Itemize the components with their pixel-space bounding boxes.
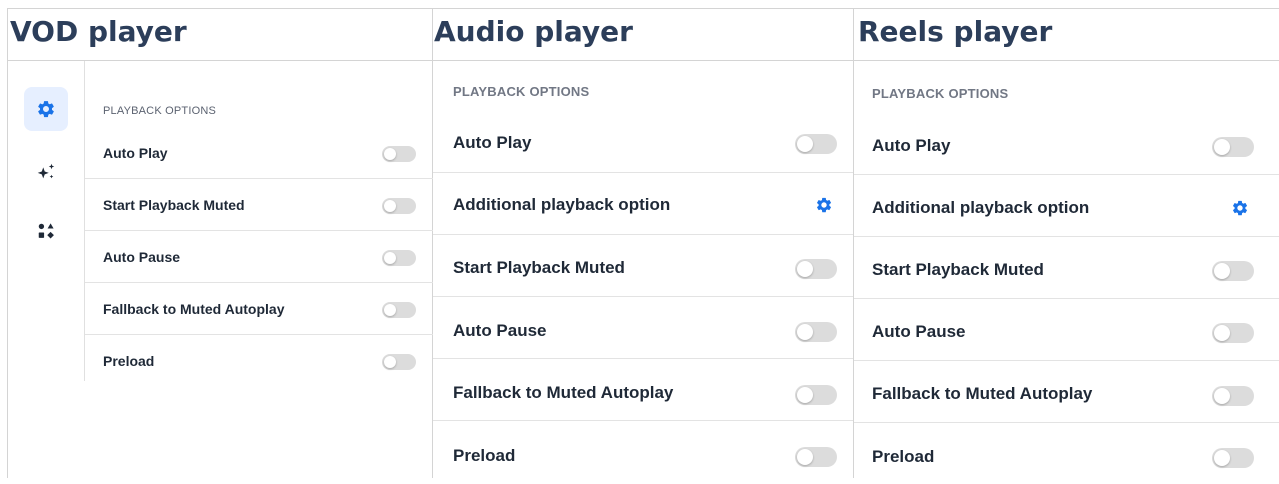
toggle-knob bbox=[797, 261, 813, 277]
toggle-knob bbox=[384, 304, 396, 316]
vod-player-panel: PLAYBACK OPTIONS Auto Play Start Playbac… bbox=[8, 61, 433, 381]
start-playback-muted-toggle[interactable] bbox=[382, 198, 416, 214]
toggle-knob bbox=[384, 356, 396, 368]
toggle-knob bbox=[797, 387, 813, 403]
additional-playback-settings-button[interactable] bbox=[815, 196, 833, 214]
fallback-muted-autoplay-toggle[interactable] bbox=[795, 385, 837, 405]
option-row-preload: Preload bbox=[433, 421, 853, 482]
option-label: Additional playback option bbox=[872, 198, 1090, 217]
toggle-knob bbox=[1214, 388, 1230, 404]
option-label: Preload bbox=[103, 353, 155, 369]
option-row-start-muted: Start Playback Muted bbox=[433, 235, 853, 297]
option-label: Start Playback Muted bbox=[872, 260, 1044, 279]
section-title: PLAYBACK OPTIONS bbox=[103, 105, 217, 117]
option-label: Auto Play bbox=[453, 133, 532, 152]
toggle-knob bbox=[1214, 263, 1230, 279]
option-label: Preload bbox=[453, 446, 516, 465]
auto-pause-toggle[interactable] bbox=[382, 250, 416, 266]
preload-toggle[interactable] bbox=[1212, 448, 1254, 468]
option-row-auto-pause: Auto Pause bbox=[854, 299, 1279, 361]
top-border bbox=[8, 8, 1279, 9]
vod-side-rail bbox=[8, 61, 85, 381]
preload-toggle[interactable] bbox=[795, 447, 837, 467]
option-row-fallback-muted: Fallback to Muted Autoplay bbox=[433, 359, 853, 421]
auto-play-toggle[interactable] bbox=[382, 146, 416, 162]
option-row-start-muted: Start Playback Muted bbox=[85, 179, 433, 231]
section-title: PLAYBACK OPTIONS bbox=[453, 84, 590, 99]
option-label: Start Playback Muted bbox=[453, 258, 625, 277]
auto-pause-toggle[interactable] bbox=[1212, 323, 1254, 343]
option-label: Auto Pause bbox=[872, 322, 966, 341]
option-row-auto-play: Auto Play bbox=[854, 113, 1279, 175]
shapes-icon bbox=[38, 223, 54, 239]
start-playback-muted-toggle[interactable] bbox=[795, 259, 837, 279]
toggle-knob bbox=[384, 148, 396, 160]
option-label: Auto Pause bbox=[453, 321, 547, 340]
auto-pause-toggle[interactable] bbox=[795, 322, 837, 342]
option-row-preload: Preload bbox=[85, 335, 433, 386]
option-row-fallback-muted: Fallback to Muted Autoplay bbox=[854, 361, 1279, 423]
rail-settings-button[interactable] bbox=[24, 87, 68, 131]
section-title: PLAYBACK OPTIONS bbox=[872, 86, 1009, 101]
option-label: Preload bbox=[872, 447, 935, 466]
option-row-auto-pause: Auto Pause bbox=[433, 297, 853, 359]
option-row-preload: Preload bbox=[854, 423, 1279, 484]
toggle-knob bbox=[797, 136, 813, 152]
audio-player-title: Audio player bbox=[434, 15, 633, 48]
reels-player-title: Reels player bbox=[858, 15, 1053, 48]
toggle-knob bbox=[1214, 450, 1230, 466]
option-label: Fallback to Muted Autoplay bbox=[103, 301, 285, 317]
gear-icon bbox=[1232, 200, 1248, 216]
option-row-additional: Additional playback option bbox=[433, 173, 853, 235]
option-label: Auto Play bbox=[872, 136, 951, 155]
auto-play-toggle[interactable] bbox=[795, 134, 837, 154]
start-playback-muted-toggle[interactable] bbox=[1212, 261, 1254, 281]
toggle-knob bbox=[797, 324, 813, 340]
toggle-knob bbox=[1214, 139, 1230, 155]
option-label: Additional playback option bbox=[453, 195, 671, 214]
sparkles-icon bbox=[37, 163, 55, 179]
option-label: Fallback to Muted Autoplay bbox=[872, 384, 1093, 403]
gear-icon bbox=[38, 101, 54, 118]
option-row-additional: Additional playback option bbox=[854, 175, 1279, 237]
option-row-auto-play: Auto Play bbox=[433, 111, 853, 173]
option-label: Start Playback Muted bbox=[103, 197, 245, 213]
option-label: Fallback to Muted Autoplay bbox=[453, 383, 674, 402]
option-row-auto-pause: Auto Pause bbox=[85, 231, 433, 283]
auto-play-toggle[interactable] bbox=[1212, 137, 1254, 157]
audio-player-panel: PLAYBACK OPTIONS Auto Play Additional pl… bbox=[433, 61, 853, 478]
option-row-auto-play: Auto Play bbox=[85, 127, 433, 179]
toggle-knob bbox=[1214, 325, 1230, 341]
preload-toggle[interactable] bbox=[382, 354, 416, 370]
option-row-fallback-muted: Fallback to Muted Autoplay bbox=[85, 283, 433, 335]
option-label: Auto Pause bbox=[103, 249, 181, 265]
reels-player-panel: PLAYBACK OPTIONS Auto Play Additional pl… bbox=[854, 61, 1279, 478]
option-label: Auto Play bbox=[103, 145, 168, 161]
toggle-knob bbox=[384, 200, 396, 212]
gear-icon bbox=[816, 197, 832, 213]
rail-effects-button[interactable] bbox=[24, 150, 68, 194]
vod-options-panel: PLAYBACK OPTIONS Auto Play Start Playbac… bbox=[85, 61, 433, 381]
additional-playback-settings-button[interactable] bbox=[1231, 199, 1249, 217]
toggle-knob bbox=[384, 252, 396, 264]
rail-widgets-button[interactable] bbox=[24, 209, 68, 253]
fallback-muted-autoplay-toggle[interactable] bbox=[1212, 386, 1254, 406]
vod-player-title: VOD player bbox=[10, 15, 187, 48]
fallback-muted-autoplay-toggle[interactable] bbox=[382, 302, 416, 318]
toggle-knob bbox=[797, 449, 813, 465]
option-row-start-muted: Start Playback Muted bbox=[854, 237, 1279, 299]
